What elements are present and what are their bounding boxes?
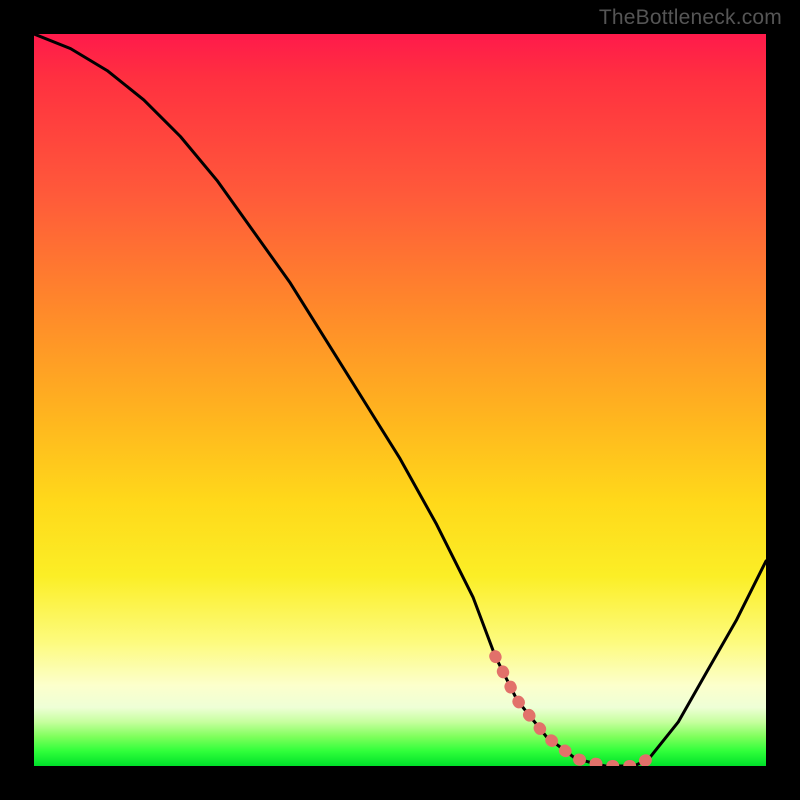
bottleneck-curve-svg [34, 34, 766, 766]
bottleneck-curve [34, 34, 766, 766]
chart-frame: TheBottleneck.com [0, 0, 800, 800]
plot-area [34, 34, 766, 766]
attribution-text: TheBottleneck.com [599, 6, 782, 30]
highlight-band [495, 656, 649, 766]
